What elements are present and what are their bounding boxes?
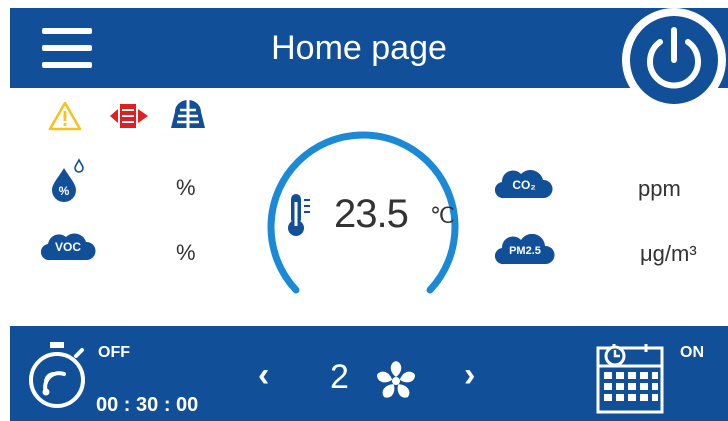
power-icon <box>647 27 701 89</box>
svg-text:%: % <box>59 184 70 198</box>
thermometer-icon <box>288 194 310 236</box>
filter-icon <box>171 100 205 128</box>
timer-button[interactable] <box>24 338 94 414</box>
fan-icon <box>376 361 416 398</box>
humidity-unit: % <box>176 175 196 200</box>
schedule-state: ON <box>680 344 704 361</box>
pm25-unit: μg/m³ <box>640 241 697 266</box>
page-title: Home page <box>271 29 447 67</box>
voc-badge-label: VOC <box>54 240 81 254</box>
co2-badge-label: CO₂ <box>512 178 536 192</box>
timer-icon <box>29 342 85 408</box>
fan-speed-value: 2 <box>330 358 349 396</box>
schedule-button[interactable] <box>594 336 668 416</box>
timer-time: 00 : 30 : 00 <box>96 394 199 416</box>
pm25-badge-label: PM2.5 <box>509 245 541 257</box>
fan-speed-decrease-button[interactable]: ‹ <box>258 356 269 395</box>
co2-unit: ppm <box>638 176 681 201</box>
humidity-icon: % <box>52 158 84 202</box>
temperature-value: 23.5 <box>334 192 409 236</box>
timer-state: OFF <box>98 344 130 361</box>
schedule-icon <box>596 344 664 414</box>
power-button[interactable] <box>622 8 726 112</box>
voc-unit: % <box>176 240 196 265</box>
warning-icon <box>48 101 82 131</box>
fan-speed-increase-button[interactable]: › <box>464 356 475 395</box>
heater-icon <box>110 104 148 128</box>
temperature-unit: ℃ <box>430 203 455 228</box>
